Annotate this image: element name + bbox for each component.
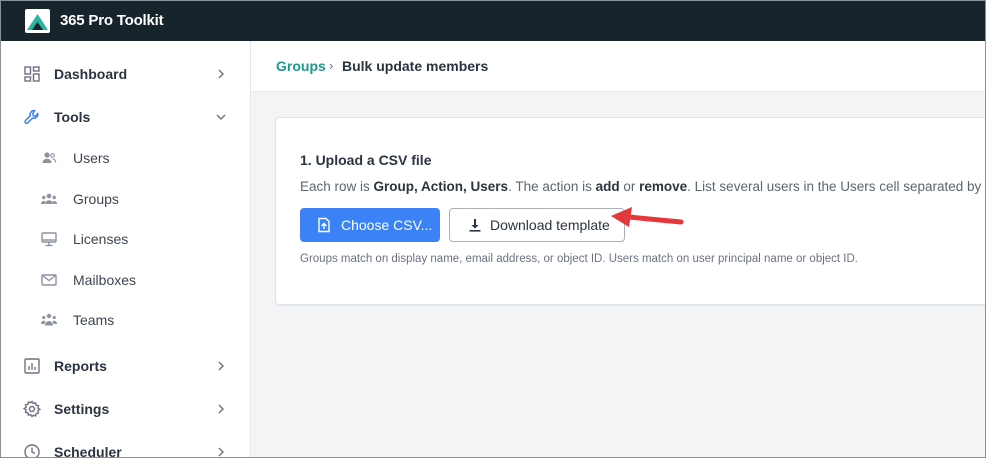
- teams-icon: [41, 313, 57, 326]
- gear-icon: [23, 400, 41, 418]
- desc-text: or: [619, 179, 640, 194]
- choose-csv-button[interactable]: Choose CSV...: [300, 208, 440, 242]
- users-icon: [42, 152, 57, 163]
- desc-text: . List several users in the Users cell s…: [687, 179, 982, 194]
- desc-action-add: add: [595, 179, 620, 194]
- sidebar-subitem-label: Groups: [73, 191, 119, 207]
- mail-icon: [41, 274, 57, 286]
- reports-icon: [24, 358, 40, 374]
- clock-icon: [24, 444, 40, 457]
- page-title: Bulk update members: [342, 58, 489, 74]
- choose-csv-label: Choose CSV...: [341, 217, 433, 233]
- dashboard-icon: [24, 66, 40, 82]
- chevron-right-icon: [218, 447, 224, 457]
- sidebar-subitem-mailboxes[interactable]: Mailboxes: [1, 263, 250, 297]
- monitor-icon: [41, 232, 57, 247]
- breadcrumb-link-groups[interactable]: Groups: [276, 58, 326, 74]
- desc-columns: Group, Action, Users: [373, 179, 509, 194]
- download-icon: [469, 219, 481, 232]
- sidebar-item-label: Scheduler: [54, 444, 122, 458]
- chevron-right-icon: [218, 361, 224, 371]
- sidebar-item-settings[interactable]: Settings: [1, 391, 250, 427]
- matching-note: Groups match on display name, email addr…: [300, 253, 858, 265]
- download-template-button[interactable]: Download template: [449, 208, 625, 242]
- sidebar-subitem-licenses[interactable]: Licenses: [1, 222, 250, 256]
- chevron-down-icon: [216, 114, 226, 120]
- annotation-arrow-icon: [611, 207, 684, 227]
- sidebar-subitem-groups[interactable]: Groups: [1, 182, 250, 216]
- app-logo: [25, 9, 50, 33]
- desc-text: Each row is: [300, 179, 374, 194]
- groups-icon: [41, 193, 57, 204]
- sidebar-subitem-label: Licenses: [73, 231, 129, 247]
- app-window: 365 Pro Toolkit Dashboard Tools Users Gr…: [0, 0, 986, 458]
- wrench-icon: [24, 109, 39, 124]
- breadcrumb-separator: ›: [329, 58, 334, 73]
- sidebar-subitem-label: Teams: [73, 312, 115, 328]
- sidebar-item-label: Tools: [54, 109, 91, 125]
- chevron-right-icon: [218, 404, 224, 414]
- desc-action-remove: remove: [639, 179, 688, 194]
- main-content: Groups › Bulk update members 1. Upload a…: [251, 41, 985, 457]
- sidebar-item-tools[interactable]: Tools: [1, 99, 250, 135]
- sidebar-subitem-label: Users: [73, 150, 110, 166]
- file-upload-icon: [318, 217, 330, 233]
- sidebar-item-label: Dashboard: [54, 66, 128, 82]
- breadcrumb: Groups › Bulk update members: [251, 41, 985, 92]
- sidebar-item-reports[interactable]: Reports: [1, 348, 250, 384]
- download-template-label: Download template: [490, 217, 610, 233]
- upload-description: Each row is Group, Action, Users. The ac…: [300, 179, 981, 194]
- sidebar-subitem-teams[interactable]: Teams: [1, 303, 250, 337]
- app-title: 365 Pro Toolkit: [60, 12, 164, 29]
- top-bar: 365 Pro Toolkit: [1, 1, 985, 41]
- desc-text: . The action is: [508, 179, 596, 194]
- sidebar-item-scheduler[interactable]: Scheduler: [1, 434, 250, 458]
- sidebar-subitem-label: Mailboxes: [73, 272, 137, 288]
- sidebar-item-label: Settings: [54, 401, 110, 417]
- upload-step-title: 1. Upload a CSV file: [300, 152, 432, 168]
- sidebar-item-dashboard[interactable]: Dashboard: [1, 56, 250, 92]
- sidebar-subitem-users[interactable]: Users: [1, 141, 250, 175]
- sidebar-item-label: Reports: [54, 358, 107, 374]
- sidebar: Dashboard Tools Users Groups Licenses Ma…: [1, 41, 251, 458]
- chevron-right-icon: [218, 69, 224, 79]
